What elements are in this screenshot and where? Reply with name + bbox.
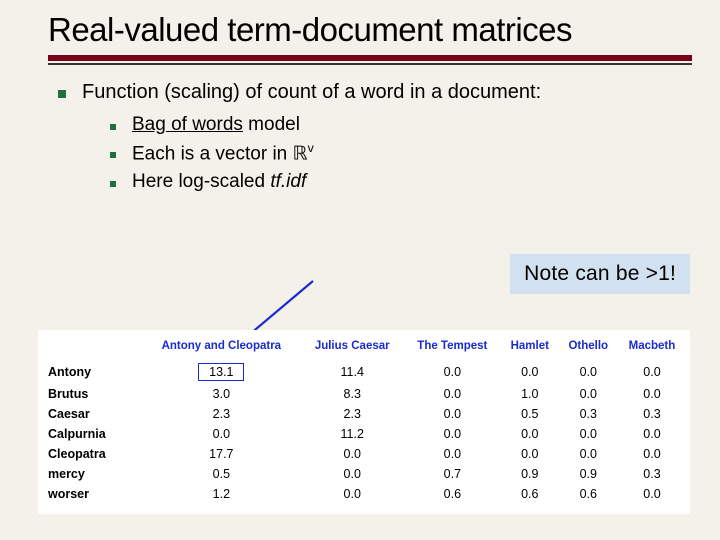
bullet-level2: Here log-scaled tf.idf: [110, 169, 692, 195]
table-row: worser1.20.00.60.60.60.0: [42, 484, 686, 504]
table-cell: 0.0: [301, 444, 404, 464]
table-cell: 0.5: [142, 464, 301, 484]
square-bullet-icon: [110, 169, 132, 195]
table-cell: 0.0: [618, 360, 686, 384]
table-cell: 0.0: [404, 444, 501, 464]
table-cell: 0.0: [618, 424, 686, 444]
table-cell: 0.6: [559, 484, 618, 504]
table-row: Antony13.111.40.00.00.00.0: [42, 360, 686, 384]
square-bullet-icon: [110, 112, 132, 138]
l2-text: Each is a vector in ℝv: [132, 140, 314, 167]
table-cell: 1.0: [501, 384, 559, 404]
row-header: Calpurnia: [42, 424, 142, 444]
table-cell: 0.3: [618, 404, 686, 424]
table-cell: 2.3: [301, 404, 404, 424]
bullet-level1: Function (scaling) of count of a word in…: [58, 79, 692, 106]
table-cell: 0.0: [501, 424, 559, 444]
table-cell: 13.1: [142, 360, 301, 384]
column-header: Antony and Cleopatra: [142, 336, 301, 360]
table-cell: 11.4: [301, 360, 404, 384]
table-cell: 0.0: [404, 424, 501, 444]
table-cell: 0.6: [404, 484, 501, 504]
row-header: worser: [42, 484, 142, 504]
slide: Real-valued term-document matrices Funct…: [0, 0, 720, 540]
table-cell: 0.9: [559, 464, 618, 484]
table-cell: 0.3: [559, 404, 618, 424]
callout-note: Note can be >1!: [510, 254, 690, 294]
l1-text: Function (scaling) of count of a word in…: [82, 79, 692, 106]
column-header: Macbeth: [618, 336, 686, 360]
table-cell: 0.0: [301, 484, 404, 504]
table-cell: 11.2: [301, 424, 404, 444]
table-cell: 1.2: [142, 484, 301, 504]
highlighted-cell: 13.1: [198, 363, 244, 381]
table-cell: 0.0: [142, 424, 301, 444]
table-cell: 0.0: [559, 384, 618, 404]
table-cell: 3.0: [142, 384, 301, 404]
table-cell: 0.0: [618, 384, 686, 404]
row-header: Brutus: [42, 384, 142, 404]
row-header: Antony: [42, 360, 142, 384]
table-cell: 0.0: [301, 464, 404, 484]
table-cell: 0.0: [404, 384, 501, 404]
slide-body: Function (scaling) of count of a word in…: [48, 79, 692, 194]
l2-text: Here log-scaled tf.idf: [132, 169, 306, 195]
square-bullet-icon: [110, 140, 132, 166]
row-header: mercy: [42, 464, 142, 484]
table-cell: 0.3: [618, 464, 686, 484]
table-row: mercy0.50.00.70.90.90.3: [42, 464, 686, 484]
row-header: Caesar: [42, 404, 142, 424]
table-cell: 0.0: [501, 444, 559, 464]
table-cell: 0.0: [618, 484, 686, 504]
table-cell: 0.7: [404, 464, 501, 484]
table-cell: 0.0: [404, 360, 501, 384]
table-row: Caesar2.32.30.00.50.30.3: [42, 404, 686, 424]
slide-title: Real-valued term-document matrices: [48, 12, 692, 49]
column-header: Hamlet: [501, 336, 559, 360]
table-row: Calpurnia0.011.20.00.00.00.0: [42, 424, 686, 444]
table-cell: 0.0: [501, 360, 559, 384]
bullet-level2: Each is a vector in ℝv: [110, 140, 692, 167]
table-cell: 17.7: [142, 444, 301, 464]
table-cell: 0.0: [559, 360, 618, 384]
row-header: Cleopatra: [42, 444, 142, 464]
table-row: Brutus3.08.30.01.00.00.0: [42, 384, 686, 404]
column-header: Julius Caesar: [301, 336, 404, 360]
table-cell: 0.0: [404, 404, 501, 424]
column-header-blank: [42, 336, 142, 360]
table-cell: 0.9: [501, 464, 559, 484]
table-cell: 0.0: [618, 444, 686, 464]
tfidf-table-container: Antony and CleopatraJulius CaesarThe Tem…: [38, 330, 690, 514]
table-cell: 8.3: [301, 384, 404, 404]
table-cell: 0.5: [501, 404, 559, 424]
bullet-level2: Bag of words model: [110, 112, 692, 138]
title-rule: [48, 55, 692, 65]
table-cell: 2.3: [142, 404, 301, 424]
table-cell: 0.0: [559, 424, 618, 444]
square-bullet-icon: [58, 79, 82, 106]
tfidf-table: Antony and CleopatraJulius CaesarThe Tem…: [42, 336, 686, 504]
table-cell: 0.0: [559, 444, 618, 464]
l2-text: Bag of words model: [132, 112, 300, 138]
table-row: Cleopatra17.70.00.00.00.00.0: [42, 444, 686, 464]
table-cell: 0.6: [501, 484, 559, 504]
column-header: The Tempest: [404, 336, 501, 360]
column-header: Othello: [559, 336, 618, 360]
